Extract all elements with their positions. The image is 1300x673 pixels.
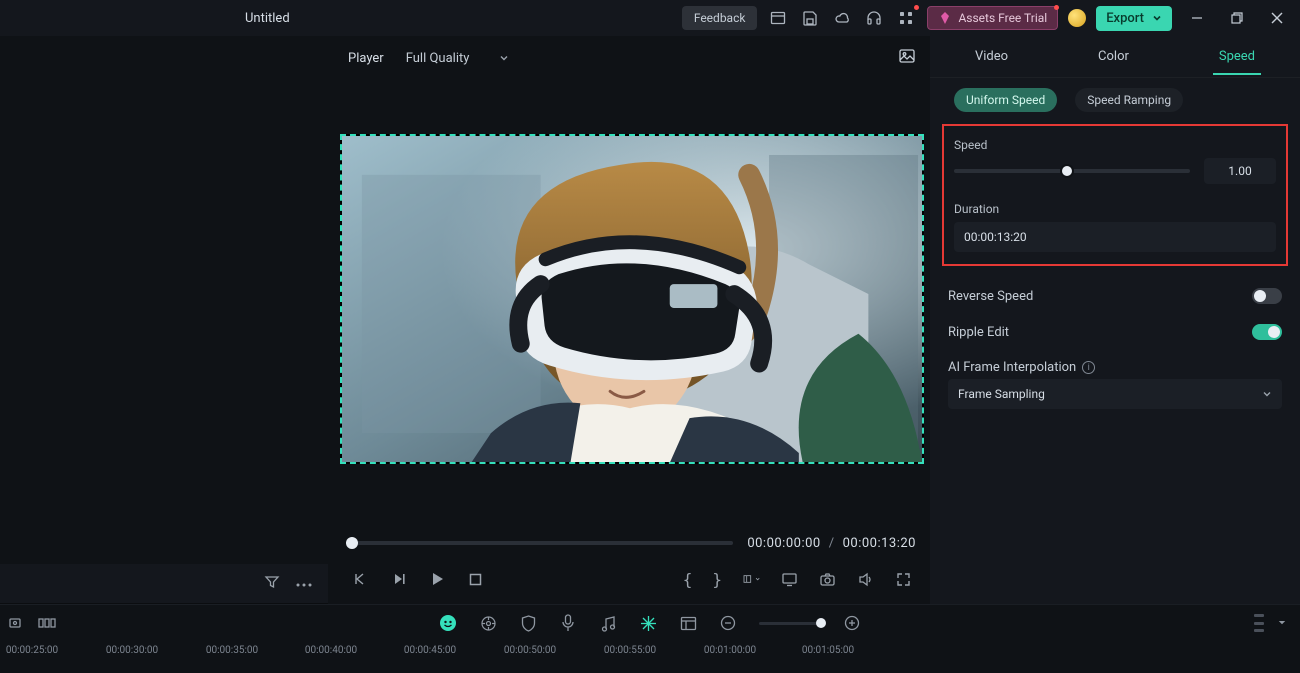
crop-icon[interactable] — [742, 570, 760, 588]
ruler-tick: 00:00:55:00 — [604, 645, 656, 656]
mark-in-button[interactable]: { — [683, 570, 693, 589]
display-icon[interactable] — [780, 570, 798, 588]
fullscreen-icon[interactable] — [894, 570, 912, 588]
chevron-down-icon — [499, 53, 509, 63]
media-panel — [0, 36, 328, 604]
speed-duration-highlight: Speed 1.00 Duration 00:00:13:20 — [942, 124, 1288, 266]
ruler-tick: 00:00:35:00 — [206, 645, 258, 656]
titlebar: Untitled Feedback Assets Free Trial Expo… — [0, 0, 1300, 36]
timeline-panel: 00:00:25:00 00:00:30:00 00:00:35:00 00:00:4… — [0, 604, 1300, 673]
snapshot-mode-icon[interactable] — [898, 47, 916, 69]
shield-icon[interactable] — [519, 614, 537, 632]
tab-color[interactable]: Color — [1092, 39, 1135, 74]
player-label: Player — [348, 51, 384, 66]
ripple-edit-label: Ripple Edit — [948, 325, 1009, 340]
player-panel: Player Full Quality — [328, 36, 930, 604]
quality-select[interactable]: Full Quality — [400, 47, 516, 70]
play-button[interactable] — [428, 570, 446, 588]
speed-slider[interactable] — [954, 169, 1190, 173]
export-button[interactable]: Export — [1096, 6, 1172, 31]
preview-image — [342, 136, 922, 462]
zoom-out-button[interactable] — [719, 614, 737, 632]
window-close-button[interactable] — [1262, 7, 1292, 29]
chevron-down-icon[interactable] — [1278, 619, 1286, 627]
timeline-clip-icon[interactable] — [38, 614, 56, 632]
reverse-speed-toggle[interactable] — [1252, 288, 1282, 304]
chevron-down-icon — [1262, 389, 1272, 399]
ripple-edit-toggle[interactable] — [1252, 324, 1282, 340]
duration-label: Duration — [954, 202, 1276, 216]
reverse-speed-label: Reverse Speed — [948, 289, 1033, 304]
subtab-uniform-speed[interactable]: Uniform Speed — [954, 88, 1057, 112]
save-icon[interactable] — [799, 7, 821, 29]
auto-tool-icon[interactable] — [439, 614, 457, 632]
ruler-tick: 00:01:05:00 — [802, 645, 854, 656]
frame-icon[interactable] — [679, 614, 697, 632]
ruler-tick: 00:00:25:00 — [6, 645, 58, 656]
volume-icon[interactable] — [856, 570, 874, 588]
window-maximize-button[interactable] — [1222, 7, 1252, 29]
zoom-in-button[interactable] — [843, 614, 861, 632]
ruler-tick: 00:01:00:00 — [704, 645, 756, 656]
account-avatar[interactable] — [1068, 9, 1086, 27]
layout-icon[interactable] — [767, 7, 789, 29]
inspector-panel: Video Color Speed Uniform Speed Speed Ra… — [930, 36, 1300, 604]
chevron-down-icon — [1152, 13, 1162, 23]
ruler-tick: 00:00:50:00 — [504, 645, 556, 656]
preview-canvas[interactable] — [340, 134, 924, 464]
music-icon[interactable] — [599, 614, 617, 632]
tab-video[interactable]: Video — [969, 39, 1014, 74]
feedback-button[interactable]: Feedback — [682, 6, 758, 30]
camera-icon[interactable] — [818, 570, 836, 588]
apps-icon[interactable] — [895, 7, 917, 29]
scrub-slider[interactable] — [348, 541, 733, 545]
assets-trial-button[interactable]: Assets Free Trial — [927, 6, 1058, 30]
headphones-icon[interactable] — [863, 7, 885, 29]
speed-label: Speed — [954, 138, 1276, 152]
project-title: Untitled — [245, 11, 290, 26]
ruler-tick: 00:00:30:00 — [106, 645, 158, 656]
marker-tool-icon[interactable] — [639, 614, 657, 632]
diamond-icon — [938, 11, 952, 25]
filter-icon[interactable] — [264, 574, 280, 594]
cloud-icon[interactable] — [831, 7, 853, 29]
more-icon[interactable] — [296, 576, 312, 591]
timeline-ruler[interactable]: 00:00:25:00 00:00:30:00 00:00:35:00 00:00:4… — [0, 641, 1300, 661]
prev-frame-button[interactable] — [352, 570, 370, 588]
info-icon[interactable]: i — [1082, 361, 1095, 374]
window-minimize-button[interactable] — [1182, 7, 1212, 29]
drag-handle-icon[interactable] — [1254, 614, 1264, 632]
ai-interpolation-select[interactable]: Frame Sampling — [948, 379, 1282, 409]
time-display: 00:00:00:00/00:00:13:20 — [747, 536, 916, 551]
speed-value-input[interactable]: 1.00 — [1204, 158, 1276, 184]
duration-input[interactable]: 00:00:13:20 — [954, 222, 1276, 252]
zoom-slider[interactable] — [759, 622, 821, 625]
timeline-lock-icon[interactable] — [6, 614, 24, 632]
ruler-tick: 00:00:40:00 — [305, 645, 357, 656]
step-forward-button[interactable] — [390, 570, 408, 588]
tab-speed[interactable]: Speed — [1213, 39, 1261, 74]
mic-icon[interactable] — [559, 614, 577, 632]
subtab-speed-ramping[interactable]: Speed Ramping — [1075, 88, 1183, 112]
mark-out-button[interactable]: } — [712, 570, 722, 589]
ruler-tick: 00:00:45:00 — [404, 645, 456, 656]
ai-interpolation-label: AI Frame Interpolationi — [948, 360, 1095, 375]
color-wheel-icon[interactable] — [479, 614, 497, 632]
stop-button[interactable] — [466, 570, 484, 588]
